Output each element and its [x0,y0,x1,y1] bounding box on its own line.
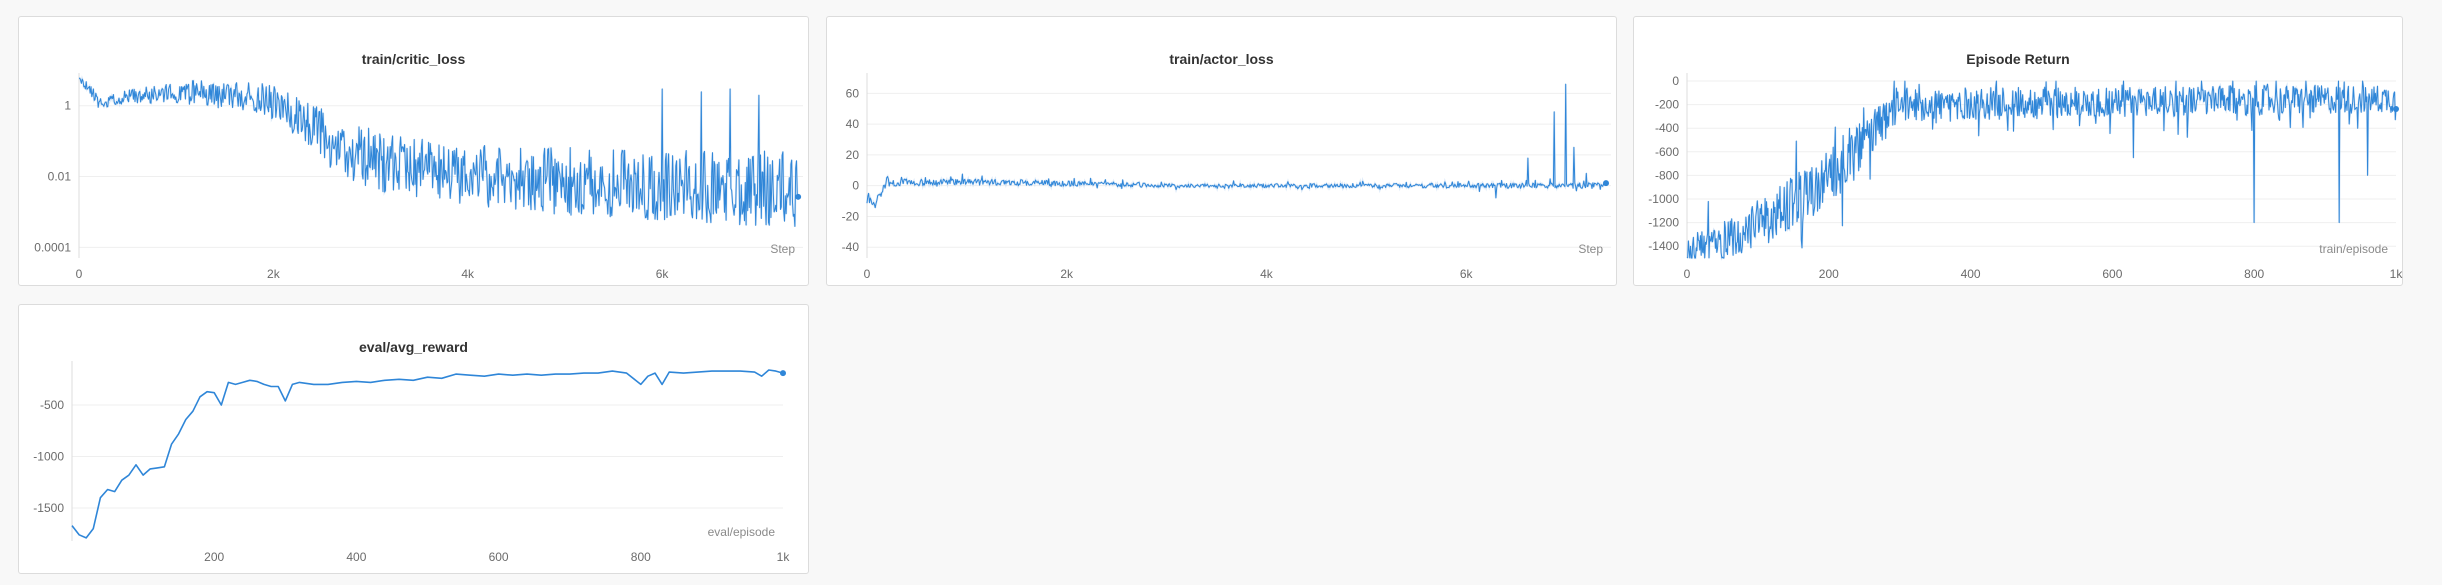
x-tick-label: 2k [1060,267,1074,281]
x-axis-label: train/episode [2319,242,2388,256]
eval-avg-reward-chart: -500 -1000 -1500 200 400 600 800 1keval/episode [33,361,791,564]
series-line [866,83,1607,209]
y-tick-label: -1200 [1648,216,1679,230]
x-tick-label: 400 [346,550,366,564]
chart-panel-episode-return: Episode Return 0 -200 -400 -600 -800 -1000 -12… [1633,16,2403,286]
x-axis-label: eval/episode [708,525,776,539]
series-end-marker [1603,180,1610,187]
critic-loss-chart: 1 0.01 0.0001 0 2k 4k 6k Step [34,73,803,281]
x-axis-label: Step [1578,242,1603,256]
x-tick-label: 0 [1684,267,1691,281]
y-tick-label: -1000 [1648,192,1679,206]
x-tick-label: 0 [76,267,83,281]
y-tick-label: -20 [842,209,860,223]
series-line [1686,80,2397,259]
y-tick-label: 0 [852,179,859,193]
x-tick-label: 600 [2102,267,2122,281]
y-tick-label: 1 [64,99,71,113]
gridlines [867,92,1611,248]
y-tick-label: -1400 [1648,239,1679,253]
actor-loss-chart: 60 40 20 0 -20 -40 0 2k 4k 6k Step [842,73,1611,281]
x-axis-label: Step [770,242,795,256]
chart-panel-eval-avg-reward: eval/avg_reward -500 -1000 -1500 200 400 600 8… [18,304,809,574]
y-tick-label: -600 [1655,145,1679,159]
y-tick-label: -400 [1655,121,1679,135]
episode-return-chart: 0 -200 -400 -600 -800 -1000 -1200 -1400 0 200 400 6… [1648,73,2404,281]
series-end-marker [780,370,786,377]
series-end-marker [795,193,802,200]
x-tick-label: 6k [656,267,670,281]
series-end-marker [2393,106,2399,113]
gridlines [72,404,783,509]
y-tick-label: 0 [1672,74,1679,88]
chart-panel-actor-loss: train/actor_loss 60 40 20 0 -20 -40 0 2k 4k 6k Ste… [826,16,1617,286]
y-tick-label: 40 [846,117,860,131]
y-tick-label: 20 [846,148,860,162]
y-tick-label: -200 [1655,98,1679,112]
y-tick-label: 0.01 [48,170,72,184]
chart-panel-critic-loss: train/critic_loss 1 0.01 0.0001 0 2k 4k 6k Step [18,16,809,286]
x-tick-label: 800 [631,550,651,564]
y-tick-label: 0.0001 [34,240,71,254]
x-tick-label: 1k [2390,267,2404,281]
x-tick-label: 200 [204,550,224,564]
y-tick-label: -500 [40,398,64,412]
x-tick-label: 1k [777,550,791,564]
y-tick-label: 60 [846,86,860,100]
x-tick-label: 600 [489,550,509,564]
x-tick-label: 400 [1961,267,1981,281]
y-tick-label: -40 [842,240,860,254]
x-tick-label: 200 [1819,267,1839,281]
x-tick-label: 4k [1260,267,1274,281]
series-line [71,369,784,539]
y-tick-label: -800 [1655,168,1679,182]
x-tick-label: 4k [461,267,475,281]
y-tick-label: -1000 [33,450,64,464]
x-tick-label: 2k [267,267,281,281]
y-tick-label: -1500 [33,501,64,515]
x-tick-label: 0 [864,267,871,281]
x-tick-label: 800 [2244,267,2264,281]
x-tick-label: 6k [1460,267,1474,281]
